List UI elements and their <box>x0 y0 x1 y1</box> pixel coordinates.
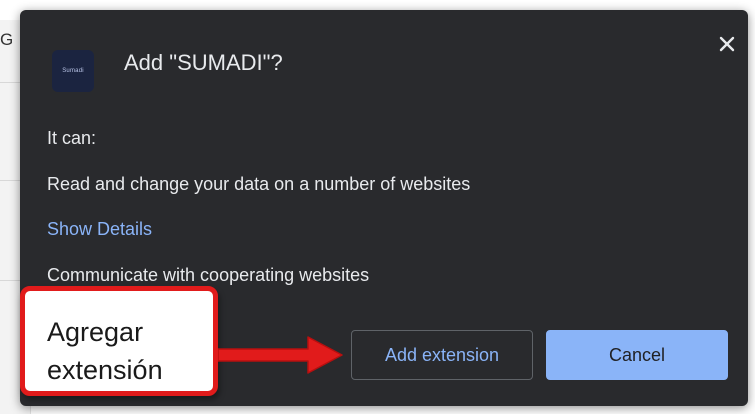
close-icon <box>719 36 735 52</box>
background-divider <box>0 180 22 181</box>
extension-icon-text: Sumadi <box>62 68 84 74</box>
background-divider <box>0 82 22 83</box>
show-details-link[interactable]: Show Details <box>47 219 152 240</box>
background-partial-text: GE <box>0 30 12 49</box>
sumadi-logo-icon: Sumadi <box>52 50 94 92</box>
annotation-text: Agregar extensión <box>47 313 163 389</box>
annotation-line: extensión <box>47 355 163 385</box>
annotation-arrow <box>218 336 343 374</box>
permission-item: Read and change your data on a number of… <box>47 174 471 194</box>
dialog-title: Add "SUMADI"? <box>124 50 283 75</box>
annotation-line: Agregar <box>47 317 144 347</box>
permissions-heading: It can: <box>47 128 97 148</box>
background-divider <box>0 280 22 281</box>
add-extension-button[interactable]: Add extension <box>351 330 533 380</box>
permission-item: Communicate with cooperating websites <box>47 265 370 285</box>
annotation-callout: Agregar extensión <box>20 286 218 396</box>
close-button[interactable] <box>713 30 741 58</box>
cancel-button[interactable]: Cancel <box>546 330 728 380</box>
